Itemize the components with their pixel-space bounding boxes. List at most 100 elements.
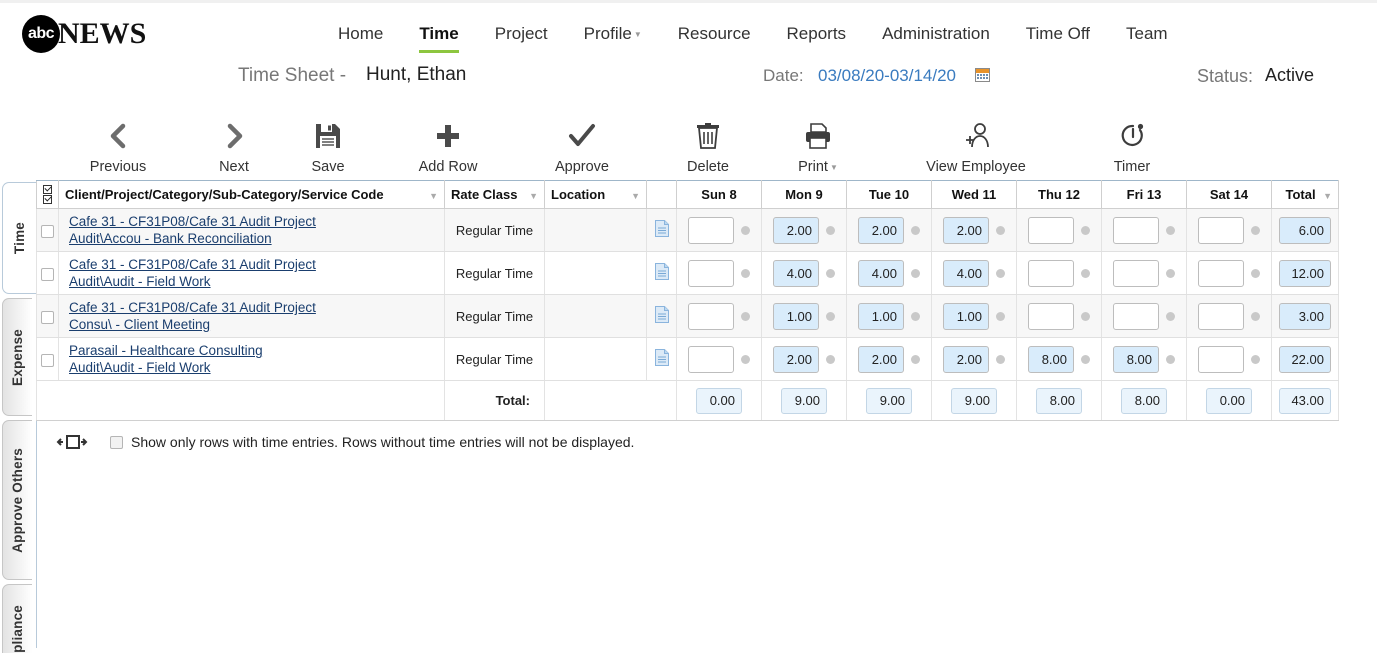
cell-options-icon[interactable]: [741, 268, 750, 278]
hours-input[interactable]: 4.00: [943, 259, 989, 287]
cell-options-icon[interactable]: [1166, 268, 1175, 278]
nav-item-time[interactable]: Time: [401, 21, 476, 55]
hours-input[interactable]: 2.00: [858, 345, 904, 373]
cell-options-icon[interactable]: [1081, 268, 1090, 278]
toolbar-save-button[interactable]: Save: [268, 118, 388, 175]
cell-options-icon[interactable]: [1081, 311, 1090, 321]
hours-input[interactable]: 1.00: [943, 302, 989, 330]
col-location[interactable]: Location ▼: [544, 180, 647, 209]
hours-input[interactable]: [688, 216, 734, 244]
row-rate-class-cell[interactable]: Regular Time: [444, 251, 545, 295]
hours-input[interactable]: [1028, 302, 1074, 330]
cell-options-icon[interactable]: [911, 354, 920, 364]
col-day-1[interactable]: Mon 9: [761, 180, 847, 209]
row-rate-class-cell[interactable]: Regular Time: [444, 337, 545, 381]
hours-input[interactable]: 2.00: [943, 216, 989, 244]
project-link-line1[interactable]: Cafe 31 - CF31P08/Cafe 31 Audit Project: [69, 213, 436, 230]
hours-input[interactable]: 8.00: [1028, 345, 1074, 373]
row-checkbox[interactable]: [41, 267, 54, 281]
hours-input[interactable]: 2.00: [773, 345, 819, 373]
cell-options-icon[interactable]: [826, 354, 835, 364]
col-day-0[interactable]: Sun 8: [676, 180, 762, 209]
row-location-cell[interactable]: [544, 208, 647, 252]
chevron-down-icon[interactable]: ▼: [429, 191, 438, 201]
cell-options-icon[interactable]: [911, 225, 920, 235]
col-day-5[interactable]: Fri 13: [1101, 180, 1187, 209]
hours-input[interactable]: [1113, 302, 1159, 330]
toolbar-view-employee-button[interactable]: View Employee: [916, 118, 1036, 175]
nav-item-resource[interactable]: Resource: [660, 21, 769, 55]
toolbar-delete-button[interactable]: Delete: [648, 118, 768, 175]
cell-options-icon[interactable]: [996, 225, 1005, 235]
project-link-line2[interactable]: Consu\ - Client Meeting: [69, 316, 436, 333]
col-rate-class[interactable]: Rate Class ▼: [444, 180, 545, 209]
row-rate-class-cell[interactable]: Regular Time: [444, 208, 545, 252]
hours-input[interactable]: [1198, 259, 1244, 287]
col-day-6[interactable]: Sat 14: [1186, 180, 1272, 209]
chevron-down-icon[interactable]: ▼: [529, 191, 538, 201]
project-link-line1[interactable]: Cafe 31 - CF31P08/Cafe 31 Audit Project: [69, 299, 436, 316]
cell-options-icon[interactable]: [741, 311, 750, 321]
chevron-down-icon[interactable]: ▼: [631, 191, 640, 201]
chevron-down-icon[interactable]: ▼: [830, 163, 838, 172]
cell-options-icon[interactable]: [1166, 225, 1175, 235]
collapse-columns-icon[interactable]: [56, 432, 88, 452]
project-link-line2[interactable]: Audit\Accou - Bank Reconciliation: [69, 230, 436, 247]
note-document-icon[interactable]: [654, 220, 669, 240]
project-link-line1[interactable]: Parasail - Healthcare Consulting: [69, 342, 436, 359]
cell-options-icon[interactable]: [1166, 311, 1175, 321]
nav-item-home[interactable]: Home: [320, 21, 401, 55]
sidebar-tab-expense[interactable]: Expense: [2, 298, 32, 416]
hours-input[interactable]: [1198, 302, 1244, 330]
calendar-icon[interactable]: [975, 68, 990, 82]
toolbar-print-button[interactable]: Print ▼: [758, 118, 878, 175]
hours-input[interactable]: [1028, 216, 1074, 244]
col-day-3[interactable]: Wed 11: [931, 180, 1017, 209]
cell-options-icon[interactable]: [996, 354, 1005, 364]
cell-options-icon[interactable]: [996, 311, 1005, 321]
row-checkbox[interactable]: [41, 224, 54, 238]
hours-input[interactable]: 2.00: [943, 345, 989, 373]
hours-input[interactable]: [1113, 259, 1159, 287]
hours-input[interactable]: 1.00: [773, 302, 819, 330]
hours-input[interactable]: [1028, 259, 1074, 287]
chevron-down-icon[interactable]: ▼: [1323, 191, 1332, 201]
toolbar-timer-button[interactable]: Timer: [1072, 118, 1192, 175]
hours-input[interactable]: 2.00: [773, 216, 819, 244]
hours-input[interactable]: 8.00: [1113, 345, 1159, 373]
cell-options-icon[interactable]: [1251, 268, 1260, 278]
cell-options-icon[interactable]: [741, 225, 750, 235]
cell-options-icon[interactable]: [1251, 311, 1260, 321]
project-link-line2[interactable]: Audit\Audit - Field Work: [69, 273, 436, 290]
hours-input[interactable]: 4.00: [858, 259, 904, 287]
sidebar-tab-compliance[interactable]: Compliance: [2, 584, 32, 653]
cell-options-icon[interactable]: [826, 311, 835, 321]
cell-options-icon[interactable]: [826, 268, 835, 278]
col-total[interactable]: Total ▼: [1271, 180, 1339, 209]
project-link-line1[interactable]: Cafe 31 - CF31P08/Cafe 31 Audit Project: [69, 256, 436, 273]
row-checkbox[interactable]: [41, 310, 54, 324]
row-location-cell[interactable]: [544, 251, 647, 295]
nav-item-time-off[interactable]: Time Off: [1008, 21, 1108, 55]
col-day-4[interactable]: Thu 12: [1016, 180, 1102, 209]
toolbar-add-row-button[interactable]: Add Row: [388, 118, 508, 175]
hours-input[interactable]: [1198, 216, 1244, 244]
hours-input[interactable]: [688, 259, 734, 287]
row-checkbox[interactable]: [41, 353, 54, 367]
select-all-header[interactable]: [36, 180, 59, 209]
row-location-cell[interactable]: [544, 294, 647, 338]
note-document-icon[interactable]: [654, 349, 669, 369]
col-description[interactable]: Client/Project/Category/Sub-Category/Ser…: [58, 180, 445, 209]
nav-item-profile[interactable]: Profile ▼: [566, 21, 660, 56]
cell-options-icon[interactable]: [826, 225, 835, 235]
hours-input[interactable]: 1.00: [858, 302, 904, 330]
col-day-2[interactable]: Tue 10: [846, 180, 932, 209]
cell-options-icon[interactable]: [911, 311, 920, 321]
hours-input[interactable]: [688, 302, 734, 330]
hours-input[interactable]: [1113, 216, 1159, 244]
hours-input[interactable]: [1198, 345, 1244, 373]
row-location-cell[interactable]: [544, 337, 647, 381]
cell-options-icon[interactable]: [911, 268, 920, 278]
nav-item-team[interactable]: Team: [1108, 21, 1186, 55]
note-document-icon[interactable]: [654, 306, 669, 326]
